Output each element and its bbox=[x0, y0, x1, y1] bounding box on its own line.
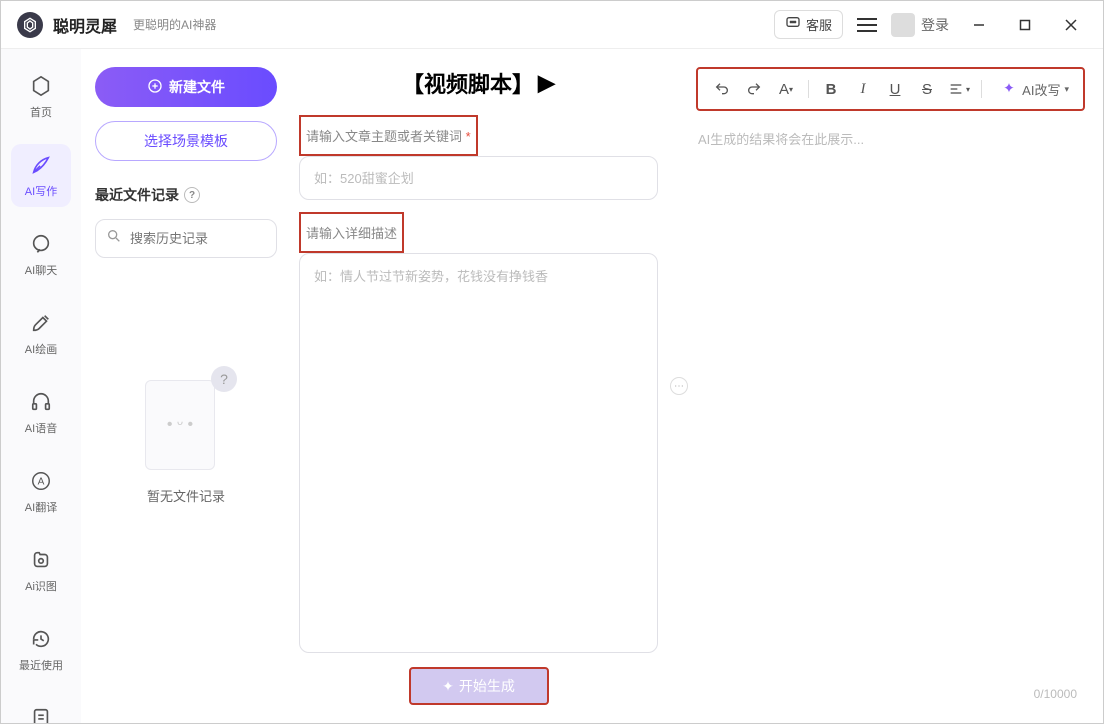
chevron-down-icon: ▾ bbox=[1064, 84, 1069, 95]
bold-button[interactable]: B bbox=[817, 75, 845, 103]
plus-circle-icon bbox=[147, 78, 163, 97]
sidebar-item-label: AI聊天 bbox=[25, 262, 57, 278]
strikethrough-button[interactable]: S bbox=[913, 75, 941, 103]
app-name: 聪明灵犀 bbox=[53, 13, 117, 37]
sidebar-item-translate[interactable]: A AI翻译 bbox=[11, 460, 71, 523]
sidebar-item-chat[interactable]: AI聊天 bbox=[11, 223, 71, 286]
sidebar-item-writing[interactable]: AI写作 bbox=[11, 144, 71, 207]
description-field-label: 请输入详细描述 bbox=[304, 221, 399, 244]
history-icon bbox=[28, 626, 54, 652]
avatar-icon bbox=[891, 13, 915, 37]
home-icon bbox=[28, 73, 54, 99]
maximize-button[interactable] bbox=[1009, 9, 1041, 41]
font-color-button[interactable]: A▾ bbox=[772, 75, 800, 103]
search-input[interactable] bbox=[130, 231, 306, 246]
sidebar-item-home[interactable]: 首页 bbox=[11, 65, 71, 128]
titlebar-right: 客服 登录 bbox=[774, 9, 1087, 41]
panel-drag-handle[interactable]: ⋯ bbox=[670, 49, 688, 723]
editor-toolbar: A▾ B I U S ▾ AI改写 ▾ bbox=[696, 67, 1085, 111]
chat-bubble-icon bbox=[785, 15, 801, 34]
search-icon bbox=[106, 228, 122, 249]
sidebar-item-label: 首页 bbox=[30, 104, 52, 120]
sidebar-item-label: Ai识图 bbox=[25, 578, 57, 594]
recent-files-header: 最近文件记录 ? bbox=[95, 185, 277, 205]
left-panel: 新建文件 选择场景模板 最近文件记录 ? • ᵕ • ? 暂无文件记录 bbox=[81, 49, 291, 723]
character-count: 0/10000 bbox=[1034, 687, 1077, 701]
sidebar-item-painting[interactable]: AI绘画 bbox=[11, 302, 71, 365]
minimize-button[interactable] bbox=[963, 9, 995, 41]
italic-button[interactable]: I bbox=[849, 75, 877, 103]
sidebar-item-recent[interactable]: 最近使用 bbox=[11, 618, 71, 681]
titlebar-left: 聪明灵犀 更聪明的AI神器 bbox=[17, 12, 216, 38]
page-title: 【视频脚本】 ▶ bbox=[299, 67, 658, 99]
headphones-icon bbox=[28, 389, 54, 415]
search-box[interactable] bbox=[95, 219, 277, 258]
translate-icon: A bbox=[28, 468, 54, 494]
topic-field-label: 请输入文章主题或者关键词 bbox=[304, 124, 473, 147]
sidebar-item-label: AI翻译 bbox=[25, 499, 57, 515]
menu-icon[interactable] bbox=[857, 15, 877, 35]
brush-icon bbox=[28, 310, 54, 336]
generate-button[interactable]: ✦ 开始生成 bbox=[409, 667, 549, 705]
align-button[interactable]: ▾ bbox=[945, 75, 973, 103]
empty-state-text: 暂无文件记录 bbox=[147, 486, 225, 505]
center-panel: 【视频脚本】 ▶ 请输入文章主题或者关键词 请输入详细描述 ✦ 开始生成 bbox=[291, 49, 670, 723]
file-icon bbox=[28, 705, 54, 723]
right-panel: A▾ B I U S ▾ AI改写 ▾ AI生成的结果将会在此展示... 0/1… bbox=[688, 49, 1103, 723]
sidebar-item-voice[interactable]: AI语音 bbox=[11, 381, 71, 444]
new-file-label: 新建文件 bbox=[169, 77, 225, 97]
main-layout: 首页 AI写作 AI聊天 AI绘画 AI语音 A AI翻译 Ai识图 最近使用 bbox=[1, 49, 1103, 723]
help-icon[interactable]: ? bbox=[184, 187, 200, 203]
sidebar-item-my-files[interactable]: 我的文件 bbox=[11, 697, 71, 723]
underline-button[interactable]: U bbox=[881, 75, 909, 103]
toolbar-separator bbox=[808, 80, 809, 98]
ai-rewrite-label: AI改写 bbox=[1022, 80, 1060, 99]
description-textarea[interactable] bbox=[299, 253, 658, 653]
recent-files-title: 最近文件记录 bbox=[95, 185, 179, 205]
support-button[interactable]: 客服 bbox=[774, 10, 843, 39]
toolbar-separator bbox=[981, 80, 982, 98]
app-logo-icon bbox=[17, 12, 43, 38]
svg-text:A: A bbox=[38, 477, 45, 488]
app-tagline: 更聪明的AI神器 bbox=[133, 16, 216, 33]
sidebar-item-label: AI写作 bbox=[25, 183, 57, 199]
sidebar: 首页 AI写作 AI聊天 AI绘画 AI语音 A AI翻译 Ai识图 最近使用 bbox=[1, 49, 81, 723]
result-placeholder-text: AI生成的结果将会在此展示... bbox=[696, 125, 1085, 152]
titlebar: 聪明灵犀 更聪明的AI神器 客服 登录 bbox=[1, 1, 1103, 49]
topic-input[interactable] bbox=[299, 156, 658, 200]
redo-button[interactable] bbox=[740, 75, 768, 103]
empty-state: • ᵕ • ? 暂无文件记录 bbox=[95, 372, 277, 505]
sidebar-item-label: AI绘画 bbox=[25, 341, 57, 357]
chat-icon bbox=[28, 231, 54, 257]
undo-button[interactable] bbox=[708, 75, 736, 103]
ai-rewrite-button[interactable]: AI改写 ▾ bbox=[996, 80, 1073, 99]
generate-label: 开始生成 bbox=[459, 676, 515, 696]
sidebar-item-label: AI语音 bbox=[25, 420, 57, 436]
sidebar-item-image-recognition[interactable]: Ai识图 bbox=[11, 539, 71, 602]
close-button[interactable] bbox=[1055, 9, 1087, 41]
login-button[interactable]: 登录 bbox=[891, 13, 949, 37]
image-icon bbox=[28, 547, 54, 573]
sparkle-icon: ✦ bbox=[442, 678, 454, 695]
play-icon[interactable]: ▶ bbox=[538, 70, 555, 96]
sidebar-item-label: 最近使用 bbox=[19, 657, 63, 673]
login-label: 登录 bbox=[921, 15, 949, 35]
pen-icon bbox=[28, 152, 54, 178]
select-template-button[interactable]: 选择场景模板 bbox=[95, 121, 277, 161]
new-file-button[interactable]: 新建文件 bbox=[95, 67, 277, 107]
support-label: 客服 bbox=[806, 15, 832, 34]
ai-sparkle-icon bbox=[1000, 80, 1018, 98]
empty-files-icon: • ᵕ • ? bbox=[141, 372, 231, 472]
